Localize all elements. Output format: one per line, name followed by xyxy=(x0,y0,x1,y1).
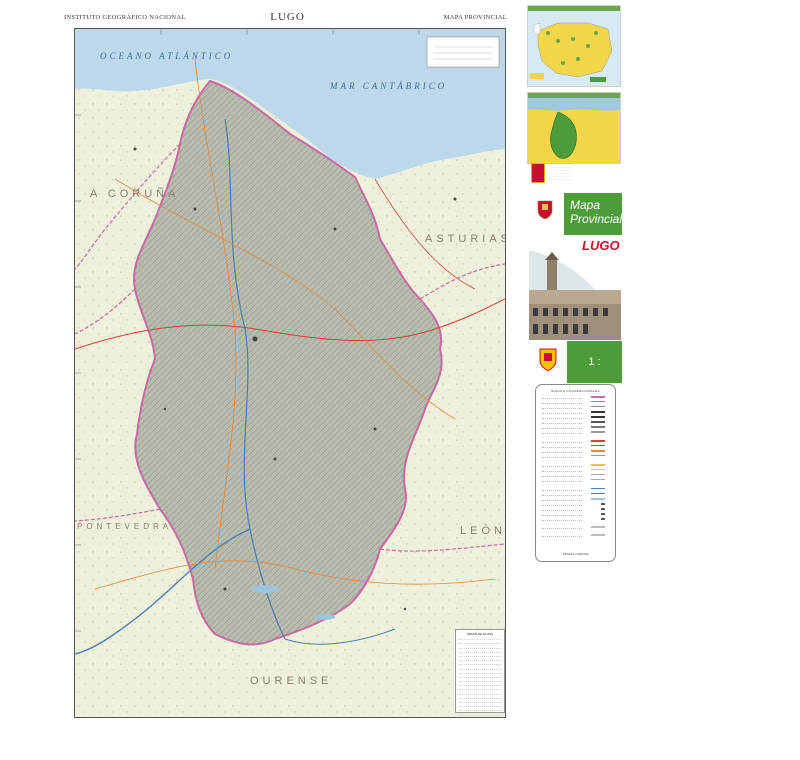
region-label-pontevedra: PONTEVEDRA xyxy=(77,522,172,531)
map-frame[interactable]: OCEANO ATLÁNTICO MAR CANTÁBRICO A CORUÑA… xyxy=(74,28,506,718)
sea-label-atlantic: OCEANO ATLÁNTICO xyxy=(100,51,233,61)
province-coat-of-arms-icon xyxy=(537,200,553,219)
region-label-leon: LEÓN xyxy=(460,524,505,537)
map-legend: SIGNOS CONVENCIONALES ESCALA 1:200.000 xyxy=(535,384,616,562)
legend-footer: ESCALA 1:200.000 xyxy=(562,552,589,556)
galicia-locator-map xyxy=(527,92,621,164)
map-sheet: INSTITUTO GEOGRÁFICO NACIONAL LUGO MAPA … xyxy=(60,10,515,735)
institutional-logos: ·························· ··············… xyxy=(527,163,619,193)
cover-title-box: Mapa Provincial xyxy=(564,193,622,235)
region-label-coruna: A CORUÑA xyxy=(90,187,179,200)
sea-label-cantabric: MAR CANTÁBRICO xyxy=(329,81,447,91)
sheet-index-table: ÍNDICE DE HOJAS xyxy=(455,629,505,716)
region-label-ourense: OURENSE xyxy=(250,675,332,687)
province-map: OCEANO ATLÁNTICO MAR CANTÁBRICO A CORUÑA… xyxy=(75,29,505,717)
ministry-emblem-icon xyxy=(531,163,545,183)
region-label-asturias: ASTURIAS xyxy=(425,233,505,245)
cover-title-line1: Mapa xyxy=(570,198,601,212)
spain-locator-map xyxy=(527,5,621,87)
map-inset-box xyxy=(426,36,500,68)
series-header: MAPA PROVINCIAL xyxy=(443,14,507,21)
city-hall-photo xyxy=(529,250,621,340)
cover-title-line2: Provincial xyxy=(570,212,623,226)
spain-coat-of-arms-icon xyxy=(539,348,557,371)
cover-scale-box: 1 : 200.000 xyxy=(567,341,622,410)
legend-title: SIGNOS CONVENCIONALES xyxy=(551,389,600,393)
